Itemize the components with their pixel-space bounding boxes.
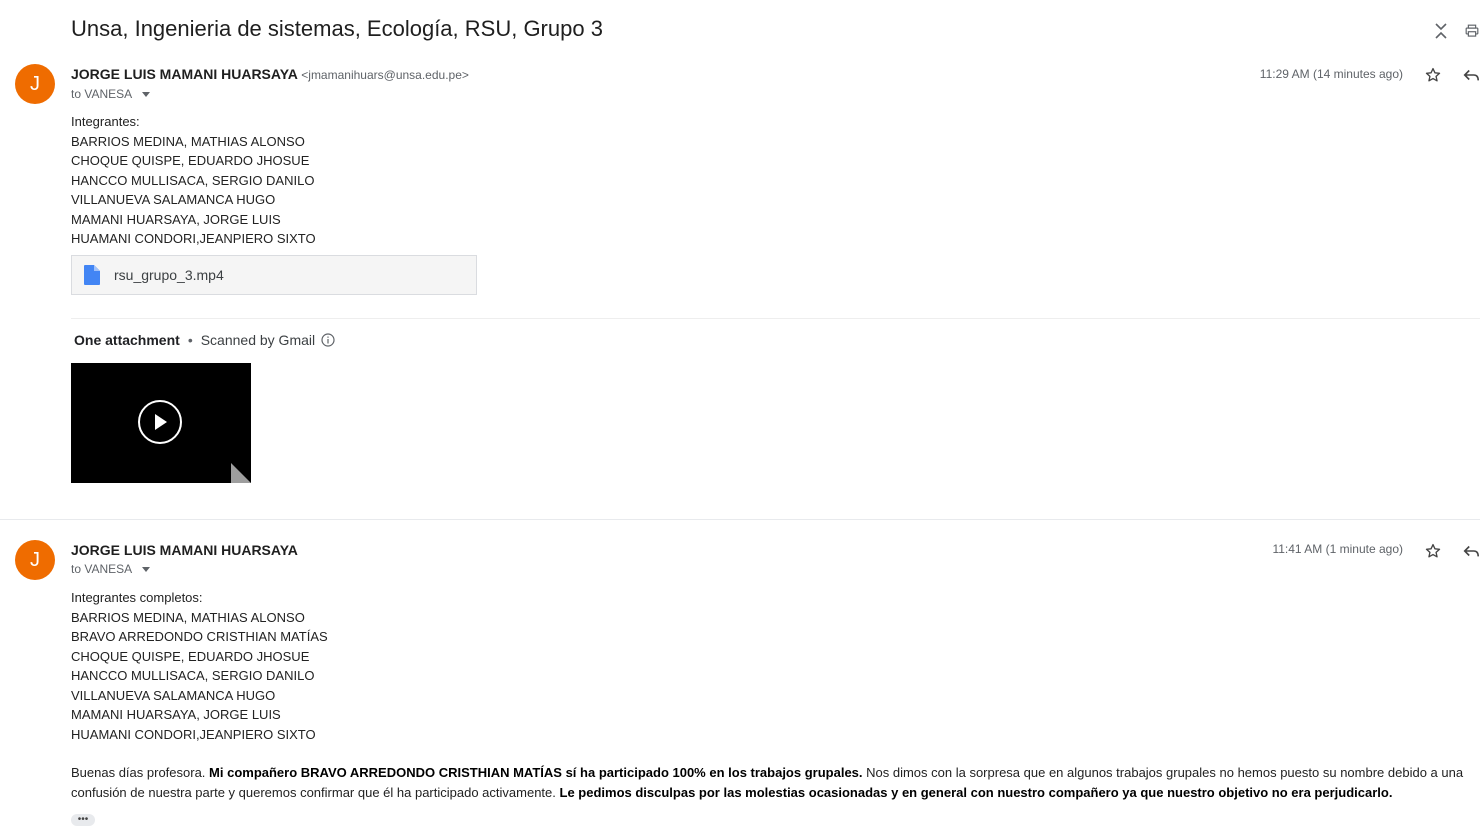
sender-name[interactable]: JORGE LUIS MAMANI HUARSAYA <box>71 542 298 558</box>
to-label: to VANESA <box>71 562 133 576</box>
scanned-label: Scanned by Gmail <box>200 332 316 348</box>
paragraph-text: Buenas días profesora. <box>71 765 210 780</box>
paragraph-bold: Le pedimos disculpas por las molestias o… <box>559 785 1393 800</box>
page-fold <box>231 463 251 483</box>
print-icon[interactable] <box>1464 20 1480 42</box>
body-line: Integrantes completos: <box>71 590 203 605</box>
message-body: Integrantes: BARRIOS MEDINA, MATHIAS ALO… <box>71 112 316 249</box>
avatar[interactable]: J <box>15 540 55 580</box>
sender-name[interactable]: JORGE LUIS MAMANI HUARSAYA <jmamanihuars… <box>71 66 469 82</box>
file-icon <box>84 265 100 285</box>
body-line: BARRIOS MEDINA, MATHIAS ALONSO <box>71 133 305 149</box>
body-line: CHOQUE QUISPE, EDUARDO JHOSUE <box>71 648 310 664</box>
star-icon[interactable] <box>1423 541 1443 561</box>
body-line: HANCCO MULLISACA, SERGIO DANILO <box>71 172 315 188</box>
body-line: CHOQUE QUISPE, EDUARDO JHOSUE <box>71 153 310 168</box>
body-line: MAMANI HUARSAYA, JORGE LUIS <box>71 211 281 227</box>
sender-email: <jmamanihuars@unsa.edu.pe> <box>301 68 469 82</box>
recipients-toggle[interactable]: to VANESA <box>71 562 151 576</box>
attachments-count: One attachment <box>74 332 180 348</box>
body-line: VILLANUEVA SALAMANCA HUGO <box>71 192 276 207</box>
sender-name-text[interactable]: JORGE LUIS MAMANI HUARSAYA <box>71 66 297 82</box>
star-icon[interactable] <box>1423 65 1443 85</box>
to-label: to VANESA <box>71 87 133 101</box>
more-icon: ••• <box>77 814 89 825</box>
info-icon[interactable] <box>321 333 335 347</box>
body-line: MAMANI HUARSAYA, JORGE LUIS <box>71 707 281 722</box>
collapse-all-icon[interactable] <box>1430 20 1452 42</box>
avatar[interactable]: J <box>15 64 55 104</box>
recipients-toggle[interactable]: to VANESA <box>71 87 151 101</box>
attachment-filename[interactable]: rsu_grupo_3.mp4 <box>114 267 224 283</box>
attachment-chip[interactable]: rsu_grupo_3.mp4 <box>71 255 477 295</box>
reply-icon[interactable] <box>1462 65 1480 85</box>
body-line: BARRIOS MEDINA, MATHIAS ALONSO <box>71 609 305 625</box>
attachment-divider <box>71 318 1480 319</box>
message-time: 11:41 AM (1 minute ago) <box>1272 542 1403 556</box>
video-attachment-thumbnail[interactable] <box>71 363 251 483</box>
message-paragraph: Buenas días profesora. Mi compañero BRAV… <box>71 763 1471 803</box>
body-line: VILLANUEVA SALAMANCA HUGO <box>71 687 276 703</box>
message-body: Integrantes completos: BARRIOS MEDINA, M… <box>71 588 328 744</box>
chevron-down-icon[interactable] <box>142 91 151 97</box>
message-separator <box>0 519 1480 520</box>
body-line: BRAVO ARREDONDO CRISTHIAN MATÍAS <box>71 629 328 644</box>
separator-dot: • <box>187 332 193 348</box>
play-icon[interactable] <box>138 400 182 444</box>
body-line: HUAMANI CONDORI,JEANPIERO SIXTO <box>71 726 316 742</box>
reply-icon[interactable] <box>1462 541 1480 561</box>
body-line: Integrantes: <box>71 114 140 129</box>
body-line: HUAMANI CONDORI,JEANPIERO SIXTO <box>71 231 316 246</box>
show-trimmed-content-button[interactable]: ••• <box>71 814 95 826</box>
subject-title: Unsa, Ingenieria de sistemas, Ecología, … <box>71 16 603 41</box>
attachments-header: One attachment • Scanned by Gmail <box>74 332 335 348</box>
paragraph-bold: Mi compañero BRAVO ARREDONDO CRISTHIAN M… <box>209 765 863 780</box>
body-line: HANCCO MULLISACA, SERGIO DANILO <box>71 668 315 683</box>
message-time: 11:29 AM (14 minutes ago) <box>1259 67 1403 81</box>
chevron-down-icon[interactable] <box>142 566 151 572</box>
